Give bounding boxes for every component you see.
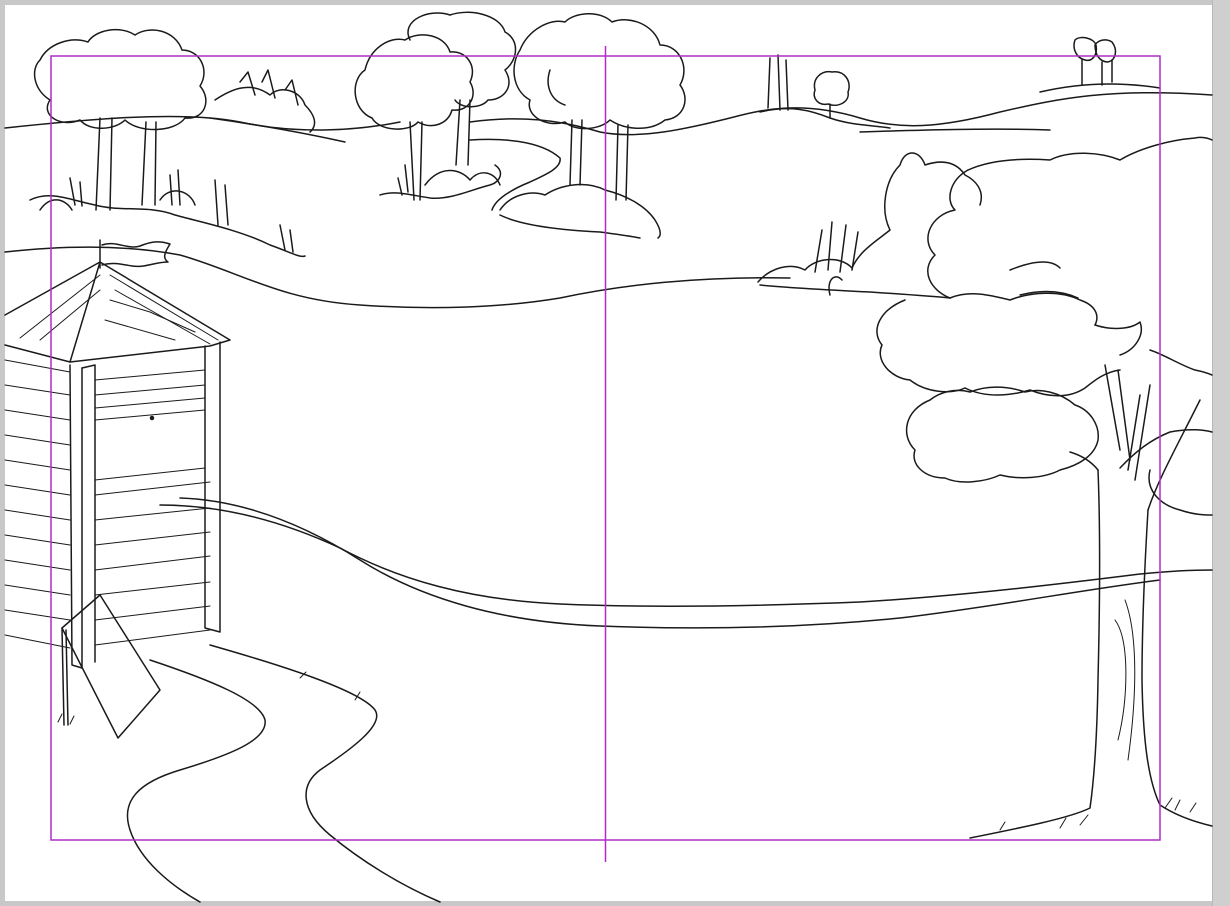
tree-icon [969, 364, 1213, 839]
tree-icon [876, 136, 1213, 516]
canvas-workspace[interactable] [0, 0, 1230, 906]
bush-icon [757, 152, 982, 299]
hut-icon [4, 261, 231, 739]
grass-icon [57, 713, 1197, 813]
path-icon [126, 644, 441, 903]
tree-icon [29, 28, 316, 258]
hill-icon [4, 91, 1213, 309]
tree-icon [354, 11, 517, 201]
tree-icon [759, 36, 1161, 129]
drawing-layer[interactable] [0, 0, 1230, 906]
guide-lines [50, 46, 1161, 862]
safe-area-guide [50, 55, 1161, 841]
stream-icon [159, 497, 1213, 629]
flag-icon [99, 239, 171, 269]
